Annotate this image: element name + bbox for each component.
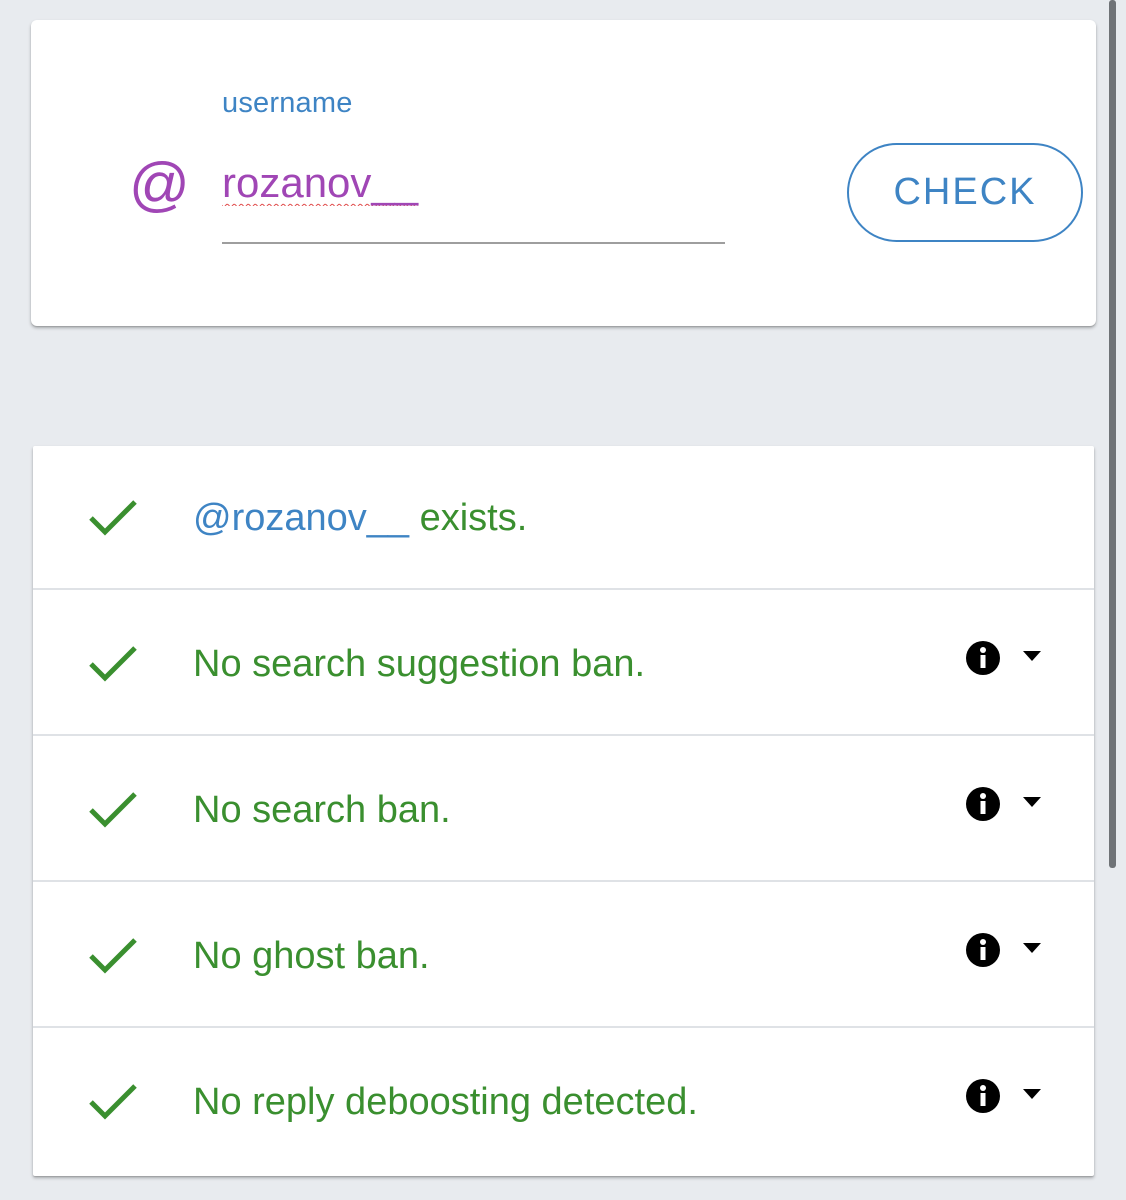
username-input[interactable] (222, 160, 722, 206)
result-text: @rozanov__ exists. (193, 496, 527, 540)
scrollbar[interactable] (1109, 0, 1116, 868)
exists-suffix: exists. (409, 497, 528, 539)
result-row-search-suggestion-ban[interactable]: No search suggestion ban. (33, 592, 1094, 736)
results-list: @rozanov__ exists. No search suggestion … (33, 446, 1094, 1176)
check-button[interactable]: CHECK (847, 143, 1083, 242)
result-row-reply-deboosting[interactable]: No reply deboosting detected. (33, 1030, 1094, 1174)
result-text: No reply deboosting detected. (193, 1081, 698, 1123)
info-icon[interactable] (965, 1078, 1001, 1114)
info-icon[interactable] (965, 640, 1001, 676)
username-field-label: username (222, 87, 353, 119)
username-field[interactable] (222, 160, 725, 244)
result-text: No search suggestion ban. (193, 643, 646, 685)
result-row-exists: @rozanov__ exists. (33, 446, 1094, 590)
info-icon[interactable] (965, 932, 1001, 968)
result-row-ghost-ban[interactable]: No ghost ban. (33, 884, 1094, 1028)
check-icon (89, 1084, 137, 1120)
check-icon (89, 938, 137, 974)
caret-down-icon[interactable] (1023, 797, 1041, 807)
check-icon (89, 646, 137, 682)
result-text: No ghost ban. (193, 935, 430, 977)
at-icon: @ (128, 151, 189, 218)
caret-down-icon[interactable] (1023, 1089, 1041, 1099)
result-row-search-ban[interactable]: No search ban. (33, 738, 1094, 882)
check-icon (89, 500, 137, 536)
username-handle: @rozanov__ (193, 497, 410, 539)
result-text: No search ban. (193, 789, 451, 831)
caret-down-icon[interactable] (1023, 943, 1041, 953)
caret-down-icon[interactable] (1023, 651, 1041, 661)
username-lookup-card: @ username CHECK (31, 20, 1096, 326)
check-icon (89, 792, 137, 828)
info-icon[interactable] (965, 786, 1001, 822)
